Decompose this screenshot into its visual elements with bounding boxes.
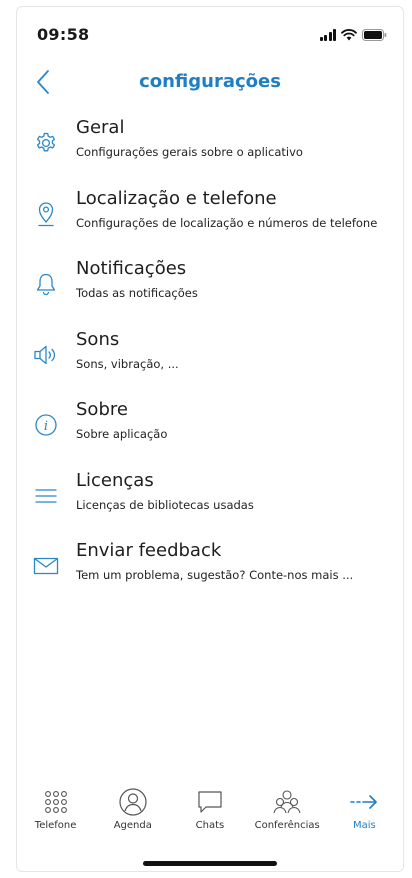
tab-chats[interactable]: Chats bbox=[175, 787, 245, 847]
item-title: Localização e telefone bbox=[76, 187, 277, 209]
item-title: Enviar feedback bbox=[76, 540, 222, 561]
item-subtitle: Sobre aplicação bbox=[76, 427, 168, 441]
settings-item-localizacao[interactable]: Localização e telefone Configurações de … bbox=[17, 186, 403, 257]
tab-label: Telefone bbox=[34, 820, 77, 831]
item-subtitle: Configurações de localização e números d… bbox=[76, 215, 378, 230]
item-title: Licenças bbox=[76, 469, 154, 491]
phone-screen: 09:58 configurações Geral Configurações … bbox=[16, 6, 404, 872]
status-time: 09:58 bbox=[37, 25, 90, 44]
battery-icon bbox=[362, 29, 387, 41]
arrow-right-icon bbox=[349, 787, 379, 817]
tab-label: Chats bbox=[195, 820, 225, 831]
envelope-icon bbox=[33, 552, 59, 580]
home-indicator bbox=[143, 861, 277, 866]
page-title: configurações bbox=[139, 71, 281, 92]
settings-item-feedback[interactable]: Enviar feedback Tem um problema, sugestã… bbox=[17, 538, 403, 609]
item-subtitle: Todas as notificações bbox=[76, 286, 198, 300]
settings-item-geral[interactable]: Geral Configurações gerais sobre o aplic… bbox=[17, 115, 403, 186]
item-subtitle: Licenças de bibliotecas usadas bbox=[76, 497, 254, 512]
status-bar: 09:58 bbox=[17, 7, 403, 59]
item-title: Notificações bbox=[76, 258, 187, 279]
settings-item-sobre[interactable]: i Sobre Sobre aplicação bbox=[17, 397, 403, 468]
chat-bubble-icon bbox=[196, 787, 224, 817]
tab-telefone[interactable]: Telefone bbox=[21, 787, 91, 847]
item-subtitle: Configurações gerais sobre o aplicativo bbox=[76, 145, 303, 159]
tab-mais[interactable]: Mais bbox=[329, 787, 399, 847]
list-lines-icon bbox=[33, 482, 59, 510]
tab-bar: Telefone Agenda Chats Conferências Mais bbox=[17, 787, 403, 847]
item-title: Sons bbox=[76, 328, 120, 350]
tab-label: Mais bbox=[352, 820, 376, 831]
wifi-icon bbox=[341, 29, 357, 41]
status-icons bbox=[319, 27, 388, 41]
dialpad-icon bbox=[43, 787, 69, 817]
header: configurações bbox=[17, 59, 403, 107]
item-title: Sobre bbox=[76, 399, 128, 420]
tab-label: Conferências bbox=[254, 820, 320, 831]
bell-icon bbox=[33, 270, 59, 298]
tab-label: Agenda bbox=[113, 820, 152, 831]
tab-agenda[interactable]: Agenda bbox=[98, 787, 168, 847]
gear-icon bbox=[33, 129, 59, 157]
info-icon: i bbox=[33, 411, 59, 439]
svg-text:i: i bbox=[44, 419, 48, 434]
group-icon bbox=[272, 787, 302, 817]
contact-icon bbox=[118, 787, 148, 817]
settings-list: Geral Configurações gerais sobre o aplic… bbox=[17, 115, 403, 609]
cellular-signal-icon bbox=[319, 29, 336, 41]
settings-item-notificacoes[interactable]: Notificações Todas as notificações bbox=[17, 256, 403, 327]
item-title: Geral bbox=[76, 117, 125, 138]
speaker-icon bbox=[33, 341, 59, 369]
location-pin-icon bbox=[33, 200, 59, 228]
tab-conferencias[interactable]: Conferências bbox=[252, 787, 322, 847]
settings-item-sons[interactable]: Sons Sons, vibração, ... bbox=[17, 327, 403, 398]
settings-item-licencas[interactable]: Licenças Licenças de bibliotecas usadas bbox=[17, 468, 403, 539]
item-subtitle: Tem um problema, sugestão? Conte-nos mai… bbox=[76, 568, 354, 582]
item-subtitle: Sons, vibração, ... bbox=[76, 356, 179, 371]
